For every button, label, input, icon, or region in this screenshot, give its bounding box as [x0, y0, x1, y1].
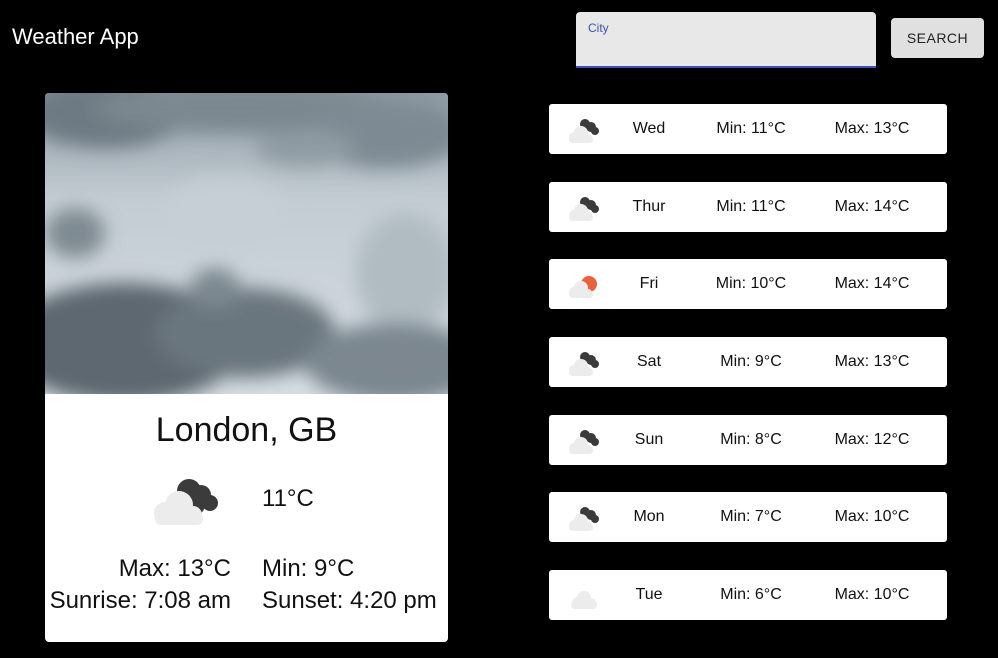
light-cloud-icon [571, 591, 597, 609]
forecast-item: Fri Min: 10°C Max: 14°C [549, 259, 947, 309]
forecast-max: Max: 14°C [834, 275, 910, 292]
few-clouds-sun-icon [569, 276, 597, 298]
broken-clouds-icon [569, 197, 599, 221]
forecast-item: Wed Min: 11°C Max: 13°C [549, 104, 947, 154]
forecast-day: Sat [636, 353, 662, 370]
forecast-max: Max: 13°C [834, 353, 910, 370]
city-search-field[interactable]: City [576, 12, 876, 68]
city-input[interactable] [587, 38, 867, 64]
min-temperature: Min: 9°C [262, 555, 355, 582]
forecast-max: Max: 10°C [834, 586, 910, 603]
forecast-min: Min: 9°C [720, 353, 782, 370]
forecast-min: Min: 7°C [720, 508, 782, 525]
sunset-time: Sunset: 4:20 pm [262, 587, 437, 614]
forecast-min: Min: 6°C [720, 586, 782, 603]
forecast-min: Min: 8°C [720, 431, 782, 448]
forecast-item: Sat Min: 9°C Max: 13°C [549, 337, 947, 387]
forecast-day: Wed [632, 120, 666, 137]
forecast-max: Max: 14°C [834, 198, 910, 215]
forecast-max: Max: 13°C [834, 120, 910, 137]
forecast-day: Sun [634, 431, 664, 448]
location-name: London, GB [155, 411, 338, 449]
forecast-item: Thur Min: 11°C Max: 14°C [549, 182, 947, 232]
broken-clouds-icon [569, 507, 599, 531]
forecast-item: Tue Min: 6°C Max: 10°C [549, 570, 947, 620]
forecast-day: Thur [632, 198, 666, 215]
city-field-label: City [588, 21, 609, 35]
forecast-max: Max: 12°C [834, 431, 910, 448]
broken-clouds-icon [154, 479, 218, 525]
overcast-sky-photo [45, 93, 448, 394]
max-temperature: Max: 13°C [118, 555, 231, 582]
current-weather-card: London, GB 11°C Max: 13°C Min: 9°C Sunri… [45, 93, 448, 642]
sunrise-time: Sunrise: 7:08 am [49, 587, 231, 614]
forecast-day: Mon [633, 508, 665, 525]
forecast-day: Tue [635, 586, 663, 603]
broken-clouds-icon [569, 119, 599, 143]
forecast-min: Min: 10°C [715, 275, 787, 292]
app-title: Weather App [12, 24, 139, 49]
current-temperature: 11°C [262, 485, 314, 512]
forecast-day: Fri [639, 275, 659, 292]
broken-clouds-icon [569, 352, 599, 376]
forecast-item: Mon Min: 7°C Max: 10°C [549, 492, 947, 542]
broken-clouds-icon [569, 430, 599, 454]
forecast-min: Min: 11°C [716, 120, 786, 137]
forecast-item: Sun Min: 8°C Max: 12°C [549, 415, 947, 465]
forecast-min: Min: 11°C [716, 198, 786, 215]
forecast-max: Max: 10°C [834, 508, 910, 525]
search-button[interactable]: SEARCH [891, 18, 984, 58]
